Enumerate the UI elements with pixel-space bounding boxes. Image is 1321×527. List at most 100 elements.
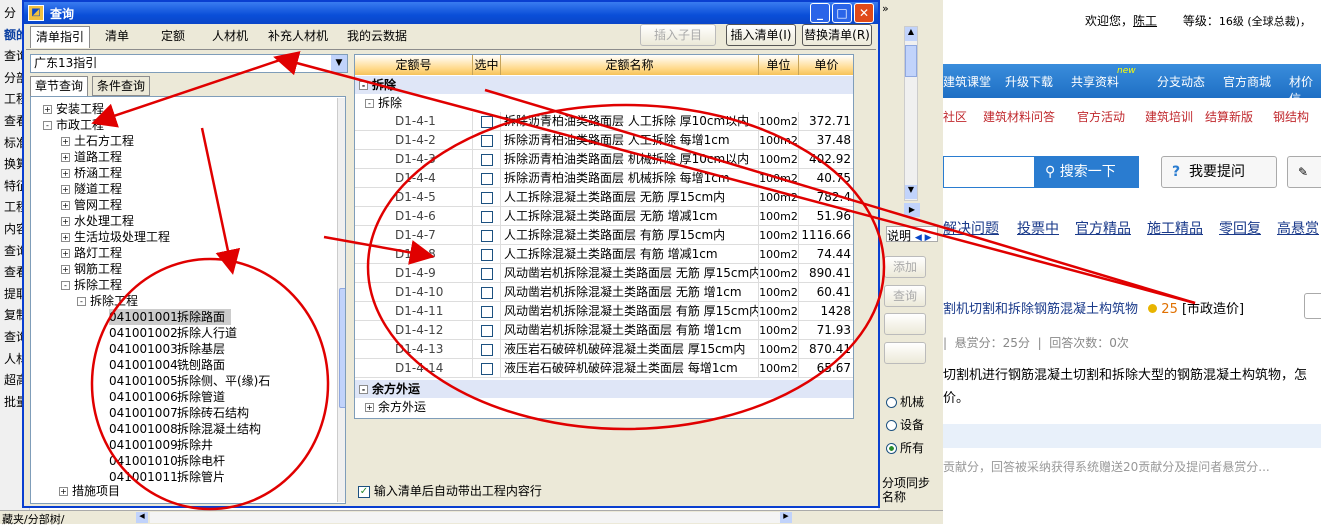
- tab-chapter-query[interactable]: 章节查询: [30, 76, 89, 96]
- insert-child-button[interactable]: 插入子目: [640, 24, 716, 46]
- expander-icon[interactable]: -: [43, 121, 52, 130]
- select-checkbox[interactable]: [480, 210, 493, 223]
- tree-node-chapter[interactable]: - 拆除工程: [61, 277, 122, 293]
- expander-icon[interactable]: -: [365, 99, 374, 108]
- expander-icon[interactable]: +: [61, 169, 70, 178]
- add-button[interactable]: 添加: [884, 256, 926, 278]
- subnav-1[interactable]: 建筑材料问答: [983, 108, 1055, 125]
- qtab-3[interactable]: 施工精品: [1147, 218, 1203, 238]
- cell-selected[interactable]: [473, 112, 501, 131]
- table-row[interactable]: D1-4-5 人工拆除混凝土类路面层 无筋 厚15cm内 100m2 782.4: [355, 188, 853, 207]
- tree-node-chapter[interactable]: + 隧道工程: [61, 181, 122, 197]
- tab-material[interactable]: 人材机: [204, 26, 256, 48]
- table-row[interactable]: D1-4-8 人工拆除混凝土类路面层 有筋 增减1cm 100m2 74.44: [355, 245, 853, 264]
- dialog-titlebar[interactable]: ◩ 查询 _ □ ✕: [24, 2, 878, 24]
- tree-node-chapter[interactable]: + 桥涵工程: [61, 165, 122, 181]
- radio-machine[interactable]: 机械: [886, 393, 924, 410]
- cell-selected[interactable]: [473, 169, 501, 188]
- tree-node-measures[interactable]: + 措施项目: [59, 483, 120, 499]
- question-category[interactable]: [市政造价]: [1182, 302, 1244, 317]
- tree-node-chapter[interactable]: + 管网工程: [61, 197, 122, 213]
- col-header-code[interactable]: 定额号: [355, 55, 473, 75]
- col-header-selected[interactable]: 选中: [473, 55, 501, 75]
- table-row[interactable]: D1-4-4 拆除沥青柏油类路面层 机械拆除 每增1cm 100m2 40.75: [355, 169, 853, 188]
- expander-icon[interactable]: +: [61, 137, 70, 146]
- cell-selected[interactable]: [473, 245, 501, 264]
- expander-icon[interactable]: +: [365, 403, 374, 412]
- expander-icon[interactable]: +: [61, 249, 70, 258]
- select-checkbox[interactable]: [480, 324, 493, 337]
- tree-node-chapter[interactable]: + 道路工程: [61, 149, 122, 165]
- guide-select[interactable]: 广东13指引 ▼: [30, 54, 348, 73]
- cell-selected[interactable]: [473, 302, 501, 321]
- blank-button-2[interactable]: [884, 342, 926, 364]
- auto-content-checkbox[interactable]: ✓ 输入清单后自动带出工程内容行: [358, 482, 542, 500]
- qtab-1[interactable]: 投票中: [1017, 218, 1059, 238]
- select-checkbox[interactable]: [480, 305, 493, 318]
- hscroll-left-icon[interactable]: ◀: [136, 512, 148, 523]
- col-header-name[interactable]: 定额名称: [501, 55, 759, 75]
- search-button[interactable]: ⚲ 搜索一下: [1035, 156, 1139, 188]
- tree-node-chapter[interactable]: + 生活垃圾处理工程: [61, 229, 170, 245]
- select-checkbox[interactable]: [480, 267, 493, 280]
- arrow-left-right-icon[interactable]: ◀ ▶: [915, 233, 932, 243]
- expander-icon[interactable]: -: [359, 385, 368, 394]
- select-checkbox[interactable]: [480, 134, 493, 147]
- table-row[interactable]: D1-4-7 人工拆除混凝土类路面层 有筋 厚15cm内 100m2 1116.66: [355, 226, 853, 245]
- double-chevron-icon[interactable]: »: [882, 2, 889, 15]
- nav-item-0[interactable]: 建筑课堂: [943, 73, 991, 90]
- tree-item[interactable]: 041001002拆除人行道: [109, 325, 243, 341]
- tree-node-chapter[interactable]: + 土石方工程: [61, 133, 134, 149]
- cell-selected[interactable]: [473, 359, 501, 378]
- tab-cloud[interactable]: 我的云数据: [340, 26, 414, 48]
- col-header-price[interactable]: 单价: [799, 55, 853, 75]
- radio-equipment[interactable]: 设备: [886, 416, 924, 433]
- subnav-4[interactable]: 结算新版: [1205, 108, 1253, 125]
- select-checkbox[interactable]: [480, 343, 493, 356]
- tree-node-chapter[interactable]: + 钢筋工程: [61, 261, 122, 277]
- tree-item[interactable]: 041001005拆除侧、平(缘)石: [109, 373, 276, 389]
- scroll-right-icon[interactable]: ▶: [904, 203, 920, 217]
- close-icon[interactable]: ✕: [854, 3, 874, 23]
- cell-selected[interactable]: [473, 321, 501, 340]
- scroll-up-icon[interactable]: ▲: [905, 27, 917, 41]
- expander-icon[interactable]: -: [61, 281, 70, 290]
- table-row[interactable]: D1-4-6 人工拆除混凝土类路面层 无筋 增减1cm 100m2 51.96: [355, 207, 853, 226]
- qtab-5[interactable]: 高悬赏: [1277, 218, 1319, 238]
- chevron-down-icon[interactable]: ▼: [331, 55, 347, 72]
- group-transport[interactable]: - 余方外运: [355, 380, 853, 398]
- user-link[interactable]: 陈工: [1133, 14, 1157, 28]
- table-row[interactable]: D1-4-13 液压岩石破碎机破碎混凝土类面层 厚15cm内 100m2 870.41: [355, 340, 853, 359]
- nav-item-2[interactable]: 共享资料: [1071, 73, 1119, 90]
- tree-item[interactable]: 041001004铣刨路面: [109, 357, 231, 373]
- table-row[interactable]: D1-4-9 风动凿岩机拆除混凝土类路面层 无筋 厚15cm内 100m2 890.4…: [355, 264, 853, 283]
- tree-item[interactable]: 041001007拆除砖石结构: [109, 405, 255, 421]
- expander-icon[interactable]: +: [61, 265, 70, 274]
- subnav-0[interactable]: 社区: [943, 108, 967, 125]
- col-header-unit[interactable]: 单位: [759, 55, 799, 75]
- cell-selected[interactable]: [473, 283, 501, 302]
- select-checkbox[interactable]: [480, 153, 493, 166]
- expander-icon[interactable]: +: [61, 233, 70, 242]
- qtab-4[interactable]: 零回复: [1219, 218, 1261, 238]
- grid-scrollbar[interactable]: ▲ ▼: [904, 26, 918, 201]
- checkbox-checked-icon[interactable]: ✓: [358, 485, 370, 498]
- tree-node-chapter[interactable]: + 水处理工程: [61, 213, 134, 229]
- ask-button[interactable]: ? 我要提问: [1161, 156, 1277, 188]
- answer-button[interactable]: [1304, 293, 1321, 319]
- expander-icon[interactable]: -: [77, 297, 86, 306]
- tree-item[interactable]: 041001009拆除井: [109, 437, 219, 453]
- cell-selected[interactable]: [473, 226, 501, 245]
- radio-all[interactable]: 所有: [886, 439, 924, 456]
- nav-item-3[interactable]: 分支动态: [1157, 73, 1205, 90]
- nav-item-5[interactable]: 材价信: [1289, 73, 1321, 107]
- subnav-2[interactable]: 官方活动: [1077, 108, 1125, 125]
- replace-list-button[interactable]: 替换清单(R): [802, 24, 872, 46]
- qtab-0[interactable]: 解决问题: [943, 218, 999, 238]
- select-checkbox[interactable]: [480, 229, 493, 242]
- table-row[interactable]: D1-4-12 风动凿岩机拆除混凝土类路面层 有筋 增1cm 100m2 71.93: [355, 321, 853, 340]
- group-demolition[interactable]: - 拆除: [355, 76, 853, 94]
- tab-supplement[interactable]: 补充人材机: [262, 26, 334, 48]
- tab-list-guide[interactable]: 清单指引: [30, 26, 90, 48]
- expander-icon[interactable]: +: [59, 487, 68, 496]
